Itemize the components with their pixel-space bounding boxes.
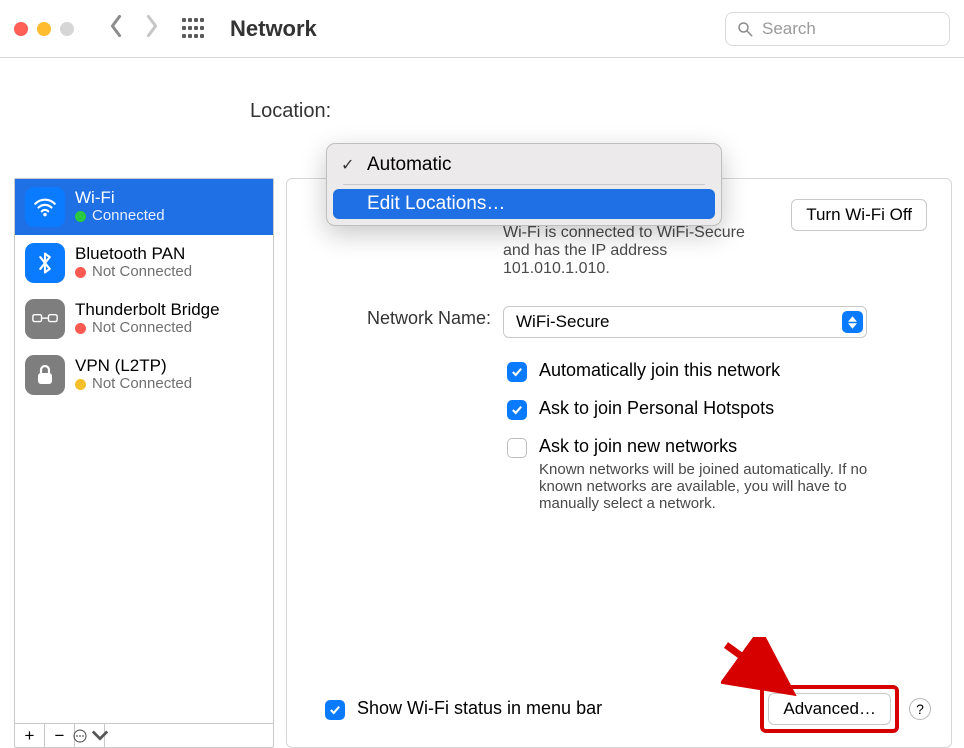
zoom-window-button[interactable] bbox=[60, 22, 74, 36]
add-service-button[interactable]: + bbox=[15, 724, 45, 747]
network-name-value: WiFi-Secure bbox=[516, 312, 610, 332]
network-name-label: Network Name: bbox=[311, 306, 491, 338]
status-description: Wi-Fi is connected to WiFi-Secure and ha… bbox=[503, 224, 773, 278]
lock-icon bbox=[25, 355, 65, 395]
ask-new-networks-note: Known networks will be joined automatica… bbox=[539, 461, 879, 512]
location-option-label: Edit Locations… bbox=[367, 193, 505, 215]
service-detail-pane: Status: Connected Wi-Fi is connected to … bbox=[286, 178, 952, 748]
ask-new-networks-checkbox[interactable] bbox=[507, 438, 527, 458]
show-all-prefs-button[interactable] bbox=[182, 18, 204, 40]
location-label: Location: bbox=[250, 100, 331, 123]
search-field[interactable]: Search bbox=[725, 12, 950, 46]
help-button[interactable]: ? bbox=[909, 698, 931, 720]
service-status: Not Connected bbox=[92, 320, 192, 337]
status-dot bbox=[75, 211, 86, 222]
service-row-vpn[interactable]: VPN (L2TP) Not Connected bbox=[15, 347, 273, 403]
checkmark-icon: ✓ bbox=[341, 155, 357, 175]
forward-button[interactable] bbox=[144, 14, 160, 43]
auto-join-label: Automatically join this network bbox=[539, 360, 780, 381]
service-status: Not Connected bbox=[92, 376, 192, 393]
service-actions-menu[interactable] bbox=[75, 724, 105, 747]
location-option-automatic[interactable]: ✓ Automatic bbox=[333, 150, 715, 180]
turn-wifi-off-button[interactable]: Turn Wi-Fi Off bbox=[791, 199, 927, 231]
ask-hotspots-checkbox[interactable] bbox=[507, 400, 527, 420]
wifi-icon bbox=[25, 187, 65, 227]
close-window-button[interactable] bbox=[14, 22, 28, 36]
annotation-arrow bbox=[721, 637, 811, 712]
network-services-list: Wi-Fi Connected Bluetooth PAN Not Connec… bbox=[14, 178, 274, 748]
search-icon bbox=[736, 20, 754, 38]
chevron-down-icon bbox=[91, 727, 109, 745]
status-dot bbox=[75, 323, 86, 334]
sidebar-footer: + − bbox=[15, 723, 273, 747]
service-status: Not Connected bbox=[92, 264, 192, 281]
titlebar: Network Search bbox=[0, 0, 964, 58]
service-row-thunderbolt-bridge[interactable]: Thunderbolt Bridge Not Connected bbox=[15, 291, 273, 347]
show-status-menu-bar-label: Show Wi-Fi status in menu bar bbox=[357, 698, 602, 719]
nav-arrows bbox=[108, 14, 160, 43]
service-name: Thunderbolt Bridge bbox=[75, 301, 220, 320]
ellipsis-circle-icon bbox=[71, 727, 89, 745]
status-dot bbox=[75, 379, 86, 390]
minimize-window-button[interactable] bbox=[37, 22, 51, 36]
back-button[interactable] bbox=[108, 14, 124, 43]
network-name-select[interactable]: WiFi-Secure bbox=[503, 306, 867, 338]
window-title: Network bbox=[230, 16, 317, 42]
select-stepper-icon bbox=[842, 311, 863, 333]
search-placeholder: Search bbox=[762, 19, 816, 39]
show-status-menu-bar-checkbox[interactable] bbox=[325, 700, 345, 720]
service-name: Bluetooth PAN bbox=[75, 245, 192, 264]
thunderbolt-bridge-icon bbox=[25, 299, 65, 339]
location-option-label: Automatic bbox=[367, 154, 451, 176]
status-dot bbox=[75, 267, 86, 278]
service-row-bluetooth-pan[interactable]: Bluetooth PAN Not Connected bbox=[15, 235, 273, 291]
services-list[interactable]: Wi-Fi Connected Bluetooth PAN Not Connec… bbox=[15, 179, 273, 723]
location-option-edit[interactable]: ✓ Edit Locations… bbox=[333, 189, 715, 219]
ask-hotspots-label: Ask to join Personal Hotspots bbox=[539, 398, 774, 419]
dropdown-separator bbox=[343, 184, 705, 185]
service-name: VPN (L2TP) bbox=[75, 357, 192, 376]
service-name: Wi-Fi bbox=[75, 189, 165, 208]
auto-join-checkbox[interactable] bbox=[507, 362, 527, 382]
content: Location: Wi-Fi Connected bbox=[0, 58, 964, 748]
ask-new-networks-label: Ask to join new networks bbox=[539, 436, 879, 457]
window-controls bbox=[14, 22, 74, 36]
service-row-wifi[interactable]: Wi-Fi Connected bbox=[15, 179, 273, 235]
bluetooth-icon bbox=[25, 243, 65, 283]
service-status: Connected bbox=[92, 208, 165, 225]
location-dropdown[interactable]: ✓ Automatic ✓ Edit Locations… bbox=[326, 143, 722, 226]
